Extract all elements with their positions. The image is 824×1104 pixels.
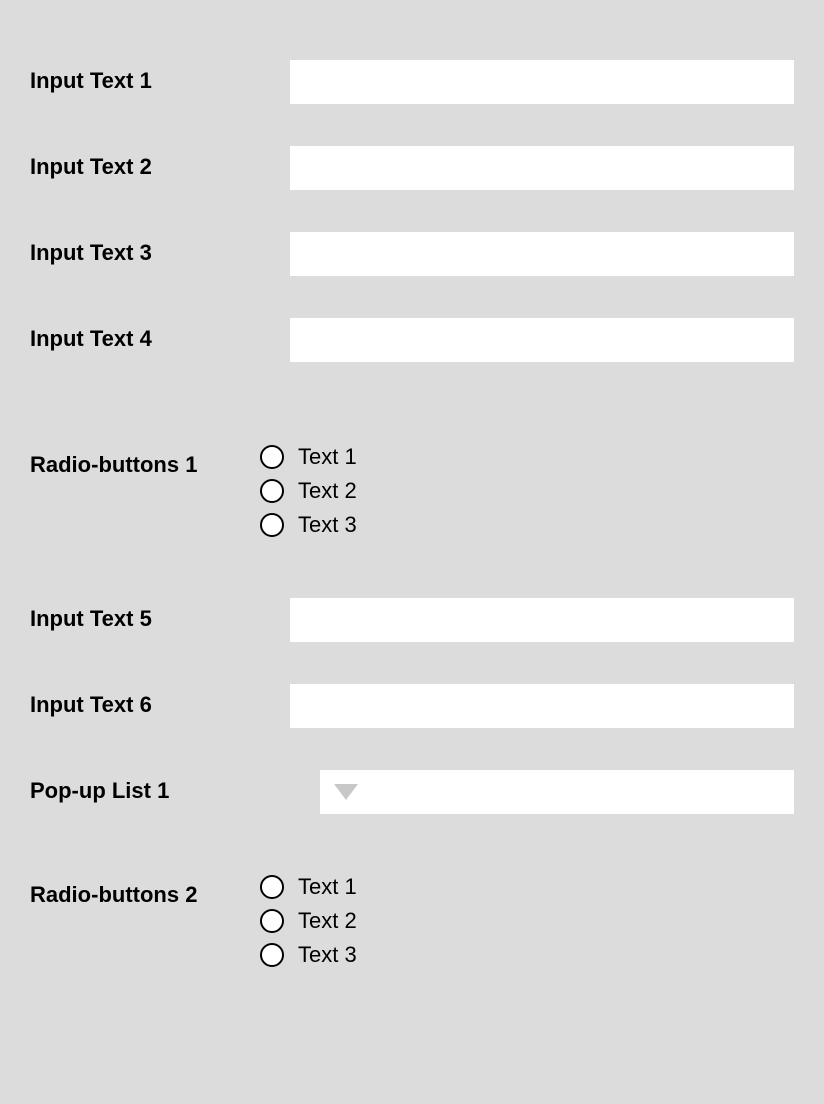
radio-2-option-2-label: Text 2 [298, 908, 357, 934]
field-radio-buttons-2: Radio-buttons 2 Text 1 Text 2 Text 3 [30, 874, 794, 968]
chevron-down-icon [334, 784, 358, 800]
field-input-text-2: Input Text 2 [30, 146, 794, 190]
radio-2-option-3-label: Text 3 [298, 942, 357, 968]
radio-1-option-2[interactable]: Text 2 [260, 478, 357, 504]
radio-circle-icon [260, 909, 284, 933]
input-text-1[interactable] [290, 60, 794, 104]
label-input-text-5: Input Text 5 [30, 598, 290, 632]
label-input-text-4: Input Text 4 [30, 318, 290, 352]
radio-1-option-1[interactable]: Text 1 [260, 444, 357, 470]
radio-group-2: Text 1 Text 2 Text 3 [260, 874, 357, 968]
field-input-text-6: Input Text 6 [30, 684, 794, 728]
radio-2-option-1-label: Text 1 [298, 874, 357, 900]
field-input-text-1: Input Text 1 [30, 60, 794, 104]
radio-circle-icon [260, 479, 284, 503]
input-text-6[interactable] [290, 684, 794, 728]
input-text-4[interactable] [290, 318, 794, 362]
radio-2-option-1[interactable]: Text 1 [260, 874, 357, 900]
label-radio-buttons-2: Radio-buttons 2 [30, 874, 290, 908]
radio-2-option-2[interactable]: Text 2 [260, 908, 357, 934]
radio-1-option-1-label: Text 1 [298, 444, 357, 470]
radio-2-option-3[interactable]: Text 3 [260, 942, 357, 968]
field-radio-buttons-1: Radio-buttons 1 Text 1 Text 2 Text 3 [30, 444, 794, 538]
label-input-text-6: Input Text 6 [30, 684, 290, 718]
popup-list-1[interactable] [320, 770, 794, 814]
radio-1-option-2-label: Text 2 [298, 478, 357, 504]
radio-circle-icon [260, 513, 284, 537]
radio-circle-icon [260, 943, 284, 967]
label-popup-list-1: Pop-up List 1 [30, 770, 290, 804]
label-input-text-1: Input Text 1 [30, 60, 290, 94]
input-text-5[interactable] [290, 598, 794, 642]
label-input-text-3: Input Text 3 [30, 232, 290, 266]
field-popup-list-1: Pop-up List 1 [30, 770, 794, 814]
field-input-text-5: Input Text 5 [30, 598, 794, 642]
label-input-text-2: Input Text 2 [30, 146, 290, 180]
radio-circle-icon [260, 445, 284, 469]
field-input-text-3: Input Text 3 [30, 232, 794, 276]
label-radio-buttons-1: Radio-buttons 1 [30, 444, 290, 478]
field-input-text-4: Input Text 4 [30, 318, 794, 362]
input-text-3[interactable] [290, 232, 794, 276]
input-text-2[interactable] [290, 146, 794, 190]
radio-circle-icon [260, 875, 284, 899]
radio-group-1: Text 1 Text 2 Text 3 [260, 444, 357, 538]
radio-1-option-3[interactable]: Text 3 [260, 512, 357, 538]
radio-1-option-3-label: Text 3 [298, 512, 357, 538]
